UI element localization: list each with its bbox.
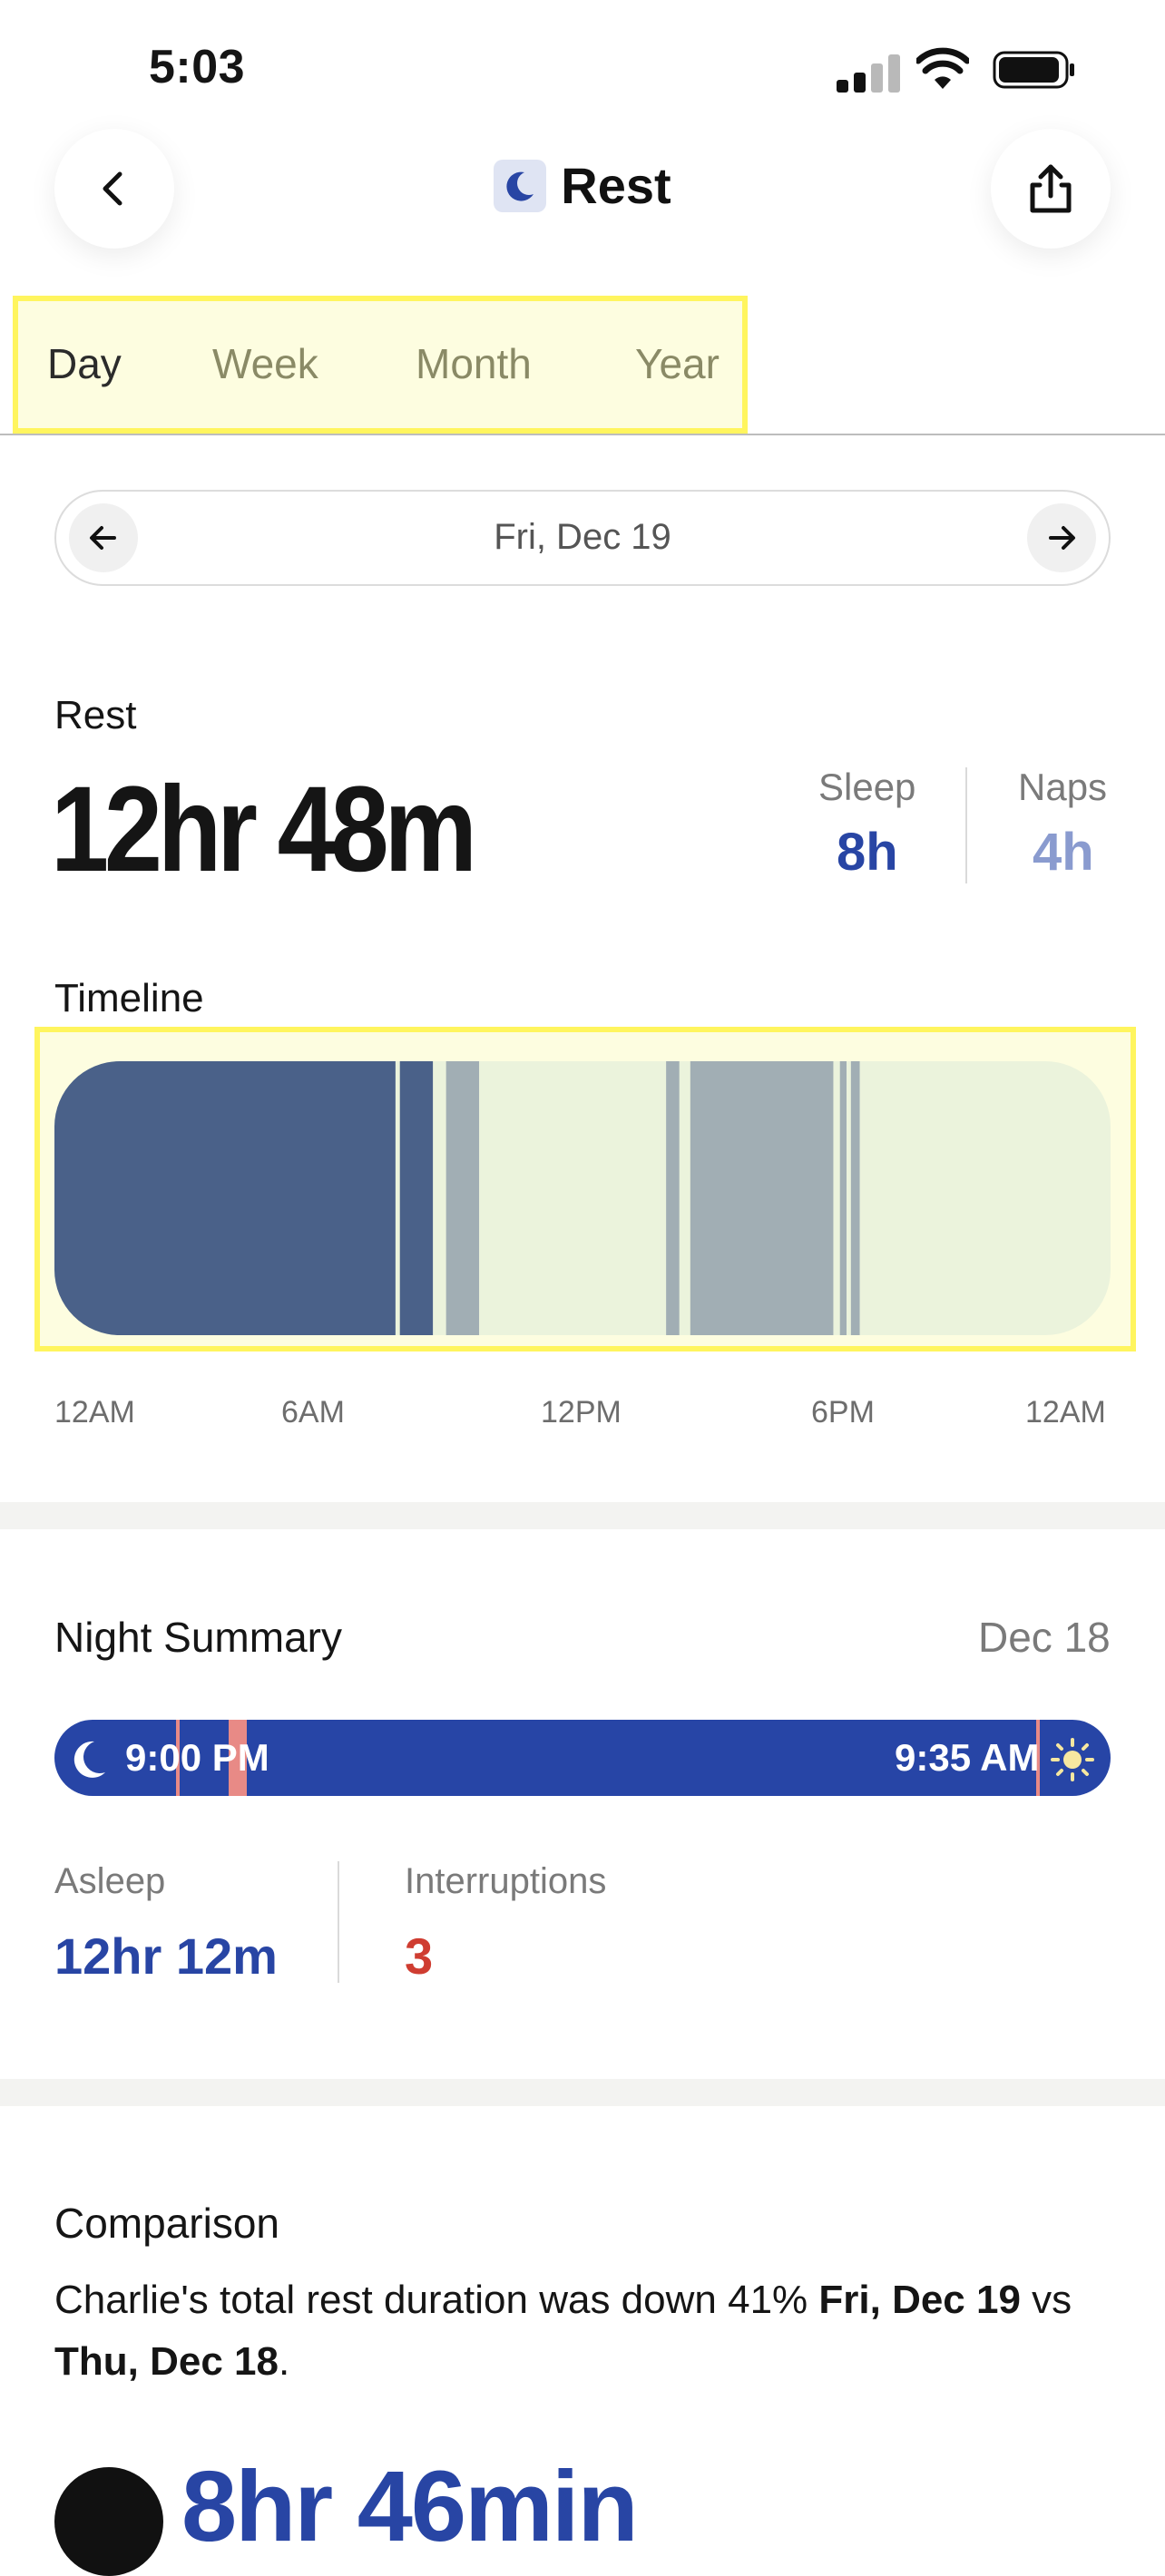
timeline-segment-nap [690,1061,834,1335]
tabs-divider [0,434,1165,435]
timeline-chart[interactable] [54,1061,1111,1335]
asleep-label: Asleep [54,1861,166,1901]
section-separator [0,1502,1165,1529]
stat-divider [338,1861,339,1983]
tab-day[interactable]: Day [47,339,122,388]
asleep-value: 12hr 12m [54,1927,278,1985]
comparison-date-current: Fri, Dec 19 [818,2278,1021,2322]
sleep-label: Sleep [818,766,916,808]
comparison-value: 8hr 46min [181,2451,639,2562]
sleep-value: 8h [837,823,898,882]
tab-year[interactable]: Year [635,339,720,388]
arrow-right-icon [1049,526,1075,550]
section-separator [0,2079,1165,2106]
status-time: 5:03 [149,41,246,93]
next-date-button[interactable] [1027,503,1096,572]
comparison-text-middle: vs [1020,2278,1072,2322]
tab-week[interactable]: Week [212,339,318,388]
comparison-text-suffix: . [278,2339,290,2384]
rest-label: Rest [54,693,137,737]
interruptions-label: Interruptions [405,1861,607,1901]
timeline-label: Timeline [54,976,204,1020]
comparison-badge-icon [54,2467,163,2576]
share-button[interactable] [991,129,1111,249]
tab-month[interactable]: Month [416,339,532,388]
timeline-tick: 12PM [541,1395,622,1429]
timeline-tick: 6PM [811,1395,875,1429]
wifi-icon [916,47,969,89]
interruptions-value: 3 [405,1927,434,1985]
timeline-segment-nap [445,1061,480,1335]
moon-icon [73,1741,105,1778]
timeline-segment-nap [666,1061,680,1335]
naps-value: 4h [1033,823,1094,882]
rest-total-duration: 12hr 48m [51,762,477,897]
sun-icon [1051,1738,1094,1781]
comparison-text-prefix: Charlie's total rest duration was down 4… [54,2278,819,2322]
night-start-time: 9:00 PM [125,1736,269,1779]
timeline-segment-sleep [54,1061,396,1335]
timeline-tick: 6AM [281,1395,345,1429]
timeline-segment-sleep [399,1061,434,1335]
timeline-segment-nap [850,1061,860,1335]
battery-icon [993,51,1074,89]
cellular-signal-icon [837,51,900,93]
night-end-time: 9:35 AM [895,1736,1040,1779]
night-summary-date: Dec 18 [978,1614,1111,1661]
comparison-title: Comparison [54,2200,279,2247]
night-summary-title: Night Summary [54,1614,342,1661]
comparison-date-previous: Thu, Dec 18 [54,2339,279,2384]
selected-date: Fri, Dec 19 [494,517,671,557]
moon-icon [494,159,547,212]
share-icon [1030,164,1072,213]
timeline-tick: 12AM [54,1395,135,1429]
comparison-text: Charlie's total rest duration was down 4… [54,2269,1116,2393]
timeline-segment-nap [839,1061,847,1335]
naps-label: Naps [1018,766,1108,808]
page-title: Rest [561,157,671,214]
stat-divider [965,767,967,883]
timeline-tick: 12AM [1025,1395,1106,1429]
